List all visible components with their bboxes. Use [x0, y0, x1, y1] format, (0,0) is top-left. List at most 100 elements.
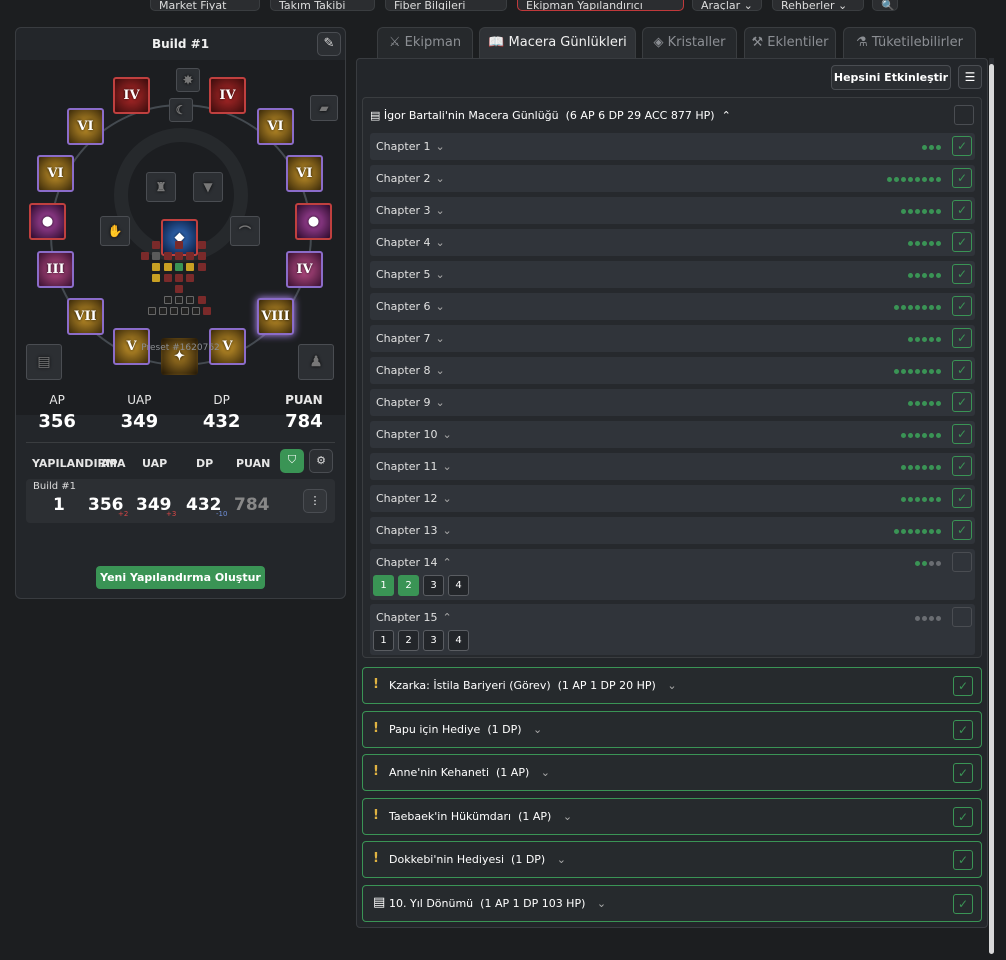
chapter-row[interactable]: Chapter 7 ⌄ ✓ — [370, 325, 975, 352]
moon-icon[interactable]: ☾ — [169, 98, 193, 122]
chapter-row[interactable]: Chapter 4 ⌄ ✓ — [370, 229, 975, 256]
nav-search-icon[interactable]: 🔍 — [872, 0, 898, 11]
socket-5[interactable]: VI — [37, 155, 74, 192]
more-icon[interactable]: ⋮ — [303, 489, 327, 513]
shield-icon[interactable]: ⛉ — [280, 449, 304, 473]
chapter-row[interactable]: Chapter 11 ⌄ ✓ — [370, 453, 975, 480]
chapter-row[interactable]: Chapter 13 ⌄ ✓ — [370, 517, 975, 544]
socket-10[interactable]: VIII — [257, 298, 294, 335]
quest-checkbox[interactable]: ✓ — [953, 719, 973, 740]
tab-consumables[interactable]: ⚗ Tüketilebilirler — [843, 27, 976, 58]
chapter-checkbox[interactable]: ✓ — [952, 456, 972, 476]
nav-market[interactable]: Market Fiyat — [150, 0, 260, 11]
chapter-checkbox[interactable]: ✓ — [952, 136, 972, 156]
quest-checkbox[interactable]: ✓ — [953, 850, 973, 871]
chapter-row[interactable]: Chapter 2 ⌄ ✓ — [370, 165, 975, 192]
chapter-checkbox[interactable]: ✓ — [952, 232, 972, 252]
chapter-row[interactable]: Chapter 1 ⌄ ✓ — [370, 133, 975, 160]
quest-checkbox[interactable]: ✓ — [953, 676, 973, 696]
orb-right-icon[interactable]: ● — [295, 203, 332, 240]
quest-checkbox[interactable]: ✓ — [953, 806, 973, 827]
stone-icon[interactable]: ▰ — [310, 95, 338, 121]
chapter-checkbox[interactable]: ✓ — [952, 607, 972, 627]
chapter-checkbox[interactable]: ✓ — [952, 360, 972, 380]
page-button[interactable]: 3 — [423, 630, 444, 651]
nav-gear-builder[interactable]: Ekipman Yapılandırıcı — [517, 0, 684, 11]
chapter-row[interactable]: Chapter 10 ⌄ ✓ — [370, 421, 975, 448]
tab-journals[interactable]: 📖 Macera Günlükleri — [479, 27, 636, 58]
shoes-slot[interactable]: ⌒ — [230, 216, 260, 246]
quest-row[interactable]: ! Taebaek'in Hükümdarı (1 AP) ⌄ ✓ — [362, 797, 982, 835]
progress-dot — [929, 273, 934, 278]
chapter-checkbox[interactable]: ✓ — [952, 168, 972, 188]
chevron-up-icon: ⌃ — [721, 109, 731, 122]
chapter-checkbox[interactable]: ✓ — [952, 328, 972, 348]
scrollbar-thumb[interactable] — [989, 64, 994, 954]
stat-dp-value: 432 — [202, 411, 241, 432]
quest-row[interactable]: ! Kzarka: İstila Bariyeri (Görev) (1 AP 1… — [362, 667, 982, 704]
enable-all-button[interactable]: Hepsini Etkinleştir — [831, 65, 951, 90]
chapter-checkbox[interactable]: ✓ — [952, 200, 972, 220]
tab-crystals[interactable]: ◈ Kristaller — [642, 27, 737, 58]
socket-8[interactable]: IV — [286, 251, 323, 288]
chapter-row[interactable]: Chapter 5 ⌄ ✓ — [370, 261, 975, 288]
socket-7[interactable]: III — [37, 251, 74, 288]
socket-6[interactable]: VI — [286, 155, 323, 192]
orb-left-icon[interactable]: ● — [29, 203, 66, 240]
chapter-checkbox[interactable]: ✓ — [952, 520, 972, 540]
edit-icon[interactable]: ✎ — [317, 32, 341, 56]
page-button[interactable]: 1 — [373, 630, 394, 651]
gear-icon[interactable]: ⚙ — [309, 449, 333, 473]
chapter-row[interactable]: Chapter 3 ⌄ ✓ — [370, 197, 975, 224]
tab-addons[interactable]: ⚒ Eklentiler — [744, 27, 836, 58]
quest-checkbox[interactable]: ✓ — [953, 763, 973, 784]
socket-1[interactable]: IV — [113, 77, 150, 114]
nav-guides[interactable]: Rehberler ⌄ — [772, 0, 864, 11]
page-button[interactable]: 3 — [423, 575, 444, 596]
chapter-row[interactable]: Chapter 8 ⌄ ✓ — [370, 357, 975, 384]
chapter-row[interactable]: Chapter 12 ⌄ ✓ — [370, 485, 975, 512]
chapter-checkbox[interactable]: ✓ — [952, 424, 972, 444]
tab-equipment[interactable]: ⚔ Ekipman — [377, 27, 473, 58]
page-button[interactable]: 2 — [398, 575, 419, 596]
page-button[interactable]: 4 — [448, 630, 469, 651]
chapter-checkbox[interactable]: ✓ — [952, 552, 972, 572]
gloves-slot[interactable]: ✋ — [100, 216, 130, 246]
build-row[interactable]: Build #1 1 356 +2 349 +3 432 -10 784 ⋮ — [26, 479, 335, 523]
chapter-row[interactable]: Chapter 14 ⌃ ✓ 1234 — [370, 549, 975, 600]
quest-checkbox[interactable]: ✓ — [953, 894, 973, 914]
nav-team[interactable]: Takım Takibi — [270, 0, 375, 11]
socket-2[interactable]: IV — [209, 77, 246, 114]
quest-row[interactable]: ▤ 10. Yıl Dönümü (1 AP 1 DP 103 HP) ⌄ ✓ — [362, 885, 982, 922]
page-button[interactable]: 4 — [448, 575, 469, 596]
chapter-row[interactable]: Chapter 15 ⌃ ✓ 1234 — [370, 604, 975, 655]
sun-icon[interactable]: ✸ — [176, 68, 200, 92]
socket-4[interactable]: VI — [257, 108, 294, 145]
chapter-checkbox[interactable]: ✓ — [952, 296, 972, 316]
chapter-checkbox[interactable]: ✓ — [952, 488, 972, 508]
page-button[interactable]: 1 — [373, 575, 394, 596]
progress-dot — [908, 369, 913, 374]
socket-3[interactable]: VI — [67, 108, 104, 145]
scrollbar[interactable] — [989, 58, 994, 954]
chapter-row[interactable]: Chapter 9 ⌄ ✓ — [370, 389, 975, 416]
chapter-row[interactable]: Chapter 6 ⌄ ✓ — [370, 293, 975, 320]
nav-fiber[interactable]: Fiber Bilgileri — [385, 0, 507, 11]
quest-row[interactable]: ! Papu için Hediye (1 DP) ⌄ ✓ — [362, 710, 982, 748]
build-visual: ✸ ☾ ♜ ▼ ✋ ⌒ ▰ ▤ ♟ ◆ IV IV VI VI VI VI ● … — [16, 60, 345, 415]
journal-header[interactable]: ▤ İgor Bartali'nin Macera Günlüğü (6 AP … — [370, 109, 731, 122]
crystal-core-icon[interactable]: ◆ — [161, 219, 198, 256]
socket-9[interactable]: VII — [67, 298, 104, 335]
progress-dot — [915, 529, 920, 534]
armor-slot[interactable]: ▼ — [193, 172, 223, 202]
quest-row[interactable]: ! Anne'nin Kehaneti (1 AP) ⌄ ✓ — [362, 754, 982, 792]
journal-checkbox[interactable]: ✓ — [954, 105, 974, 125]
new-build-button[interactable]: Yeni Yapılandırma Oluştur — [96, 566, 265, 589]
quest-row[interactable]: ! Dokkebi'nin Hediyesi (1 DP) ⌄ ✓ — [362, 841, 982, 879]
page-button[interactable]: 2 — [398, 630, 419, 651]
helmet-slot[interactable]: ♜ — [146, 172, 176, 202]
nav-tools[interactable]: Araçlar ⌄ — [692, 0, 762, 11]
chapter-checkbox[interactable]: ✓ — [952, 264, 972, 284]
chapter-checkbox[interactable]: ✓ — [952, 392, 972, 412]
list-icon[interactable]: ☰ — [958, 65, 982, 89]
